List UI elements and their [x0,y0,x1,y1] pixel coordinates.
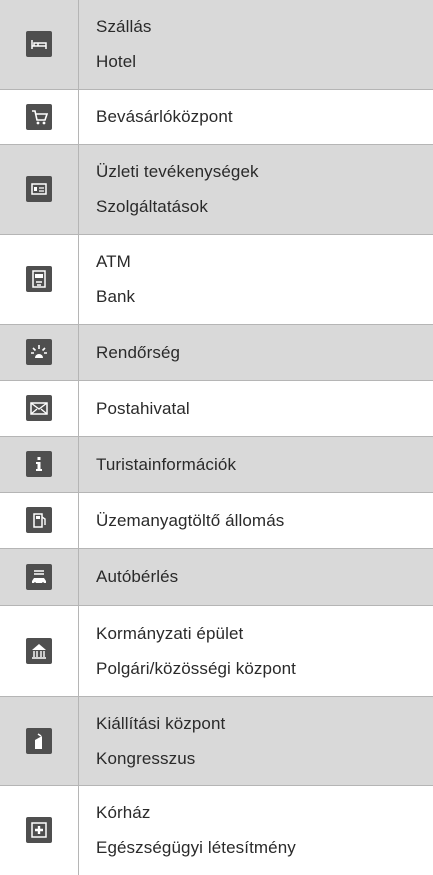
legend-row-shopping: Bevásárlóközpont [0,89,433,144]
legend-label: ATM [96,252,131,271]
legend-label: Üzleti tevékenységek [96,162,259,181]
legend-row-police: Rendőrség [0,324,433,380]
legend-label: Rendőrség [96,342,181,362]
legend-row-post: Postahivatal [0,380,433,436]
legend-label: Postahivatal [96,398,190,418]
legend-row-exhibition: Kiállítási központ Kongresszus [0,696,433,785]
envelope-icon [26,395,52,421]
government-building-icon [26,637,52,664]
bed-icon [26,31,52,58]
legend-label: Kiállítási központ [96,713,226,733]
poi-legend-table: Szállás Hotel Bevásárlóközpont Üzleti te… [0,0,433,875]
legend-row-hospital: Kórház Egészségügyi létesítmény [0,785,433,875]
legend-label: Autóbérlés [96,567,179,586]
legend-row-tourist-info: Turistainformációk [0,436,433,492]
shopping-cart-icon [26,103,52,130]
info-icon [26,451,52,477]
legend-label: Kórház [96,803,151,823]
atm-icon [26,266,52,292]
legend-label: Polgári/közösségi központ [96,658,297,678]
legend-label: Kormányzati épület [96,623,244,643]
legend-label: Bevásárlóközpont [96,107,233,126]
car-rental-icon [26,563,52,590]
legend-row-fuel: Üzemanyagtöltő állomás [0,492,433,548]
legend-label: Turistainformációk [96,454,237,474]
fuel-pump-icon [26,507,52,533]
legend-label: Üzemanyagtöltő állomás [96,510,285,530]
police-siren-icon [26,339,52,365]
legend-row-business: Üzleti tevékenységek Szolgáltatások [0,144,433,234]
legend-label: Hotel [96,52,137,72]
legend-row-car-rental: Autóbérlés [0,548,433,605]
hospital-cross-icon [26,817,52,844]
exhibition-icon [26,727,52,754]
legend-label: Bank [96,287,136,306]
legend-row-atm: ATM Bank [0,234,433,324]
legend-label: Szolgáltatások [96,197,208,216]
legend-label: Szállás [96,17,152,37]
legend-row-accommodation: Szállás Hotel [0,0,433,89]
legend-label: Kongresszus [96,748,196,768]
legend-row-government: Kormányzati épület Polgári/közösségi köz… [0,605,433,696]
legend-label: Egészségügyi létesítmény [96,838,296,858]
business-card-icon [26,176,52,202]
